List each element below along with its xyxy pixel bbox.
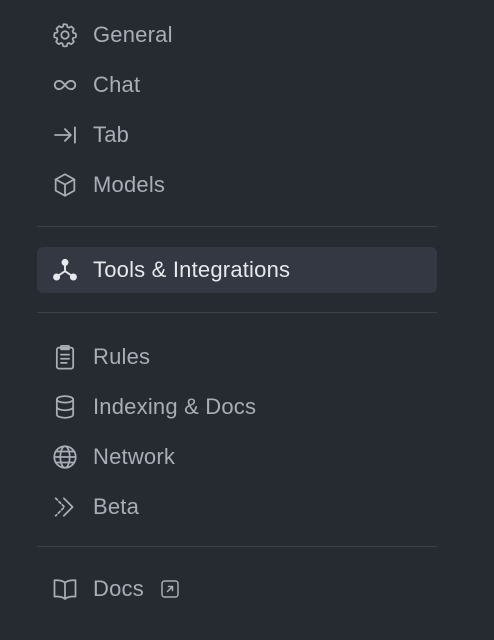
- sidebar-item-rules[interactable]: Rules: [37, 334, 437, 380]
- sidebar-item-label: General: [93, 22, 173, 47]
- sidebar-item-tools-integrations[interactable]: Tools & Integrations: [37, 247, 437, 293]
- book-icon: [51, 575, 79, 603]
- sidebar-item-label: Tab: [93, 122, 130, 147]
- settings-sidebar: General Chat Tab Models Tools & Integrat…: [0, 0, 494, 640]
- sidebar-item-docs[interactable]: Docs: [37, 566, 437, 612]
- section-divider: [37, 312, 437, 313]
- cube-icon: [51, 171, 79, 199]
- sidebar-item-label: Indexing & Docs: [93, 394, 257, 419]
- sidebar-item-chat[interactable]: Chat: [37, 62, 437, 108]
- infinity-icon: [51, 71, 79, 99]
- gear-icon: [51, 21, 79, 49]
- integrations-icon: [51, 256, 79, 284]
- sidebar-item-label: Beta: [93, 494, 140, 519]
- sidebar-item-label: Docs: [93, 576, 144, 601]
- sidebar-item-beta[interactable]: Beta: [37, 484, 437, 530]
- sidebar-item-label: Tools & Integrations: [93, 257, 291, 282]
- database-icon: [51, 393, 79, 421]
- sidebar-item-general[interactable]: General: [37, 12, 437, 58]
- sidebar-item-indexing-docs[interactable]: Indexing & Docs: [37, 384, 437, 430]
- section-divider: [37, 546, 437, 547]
- sidebar-item-label: Rules: [93, 344, 151, 369]
- sidebar-item-label: Network: [93, 444, 176, 469]
- tab-arrow-icon: [51, 121, 79, 149]
- sidebar-item-network[interactable]: Network: [37, 434, 437, 480]
- chevrons-right-icon: [51, 493, 79, 521]
- sidebar-item-label: Chat: [93, 72, 141, 97]
- clipboard-icon: [51, 343, 79, 371]
- sidebar-item-label: Models: [93, 172, 166, 197]
- globe-icon: [51, 443, 79, 471]
- sidebar-item-tab[interactable]: Tab: [37, 112, 437, 158]
- sidebar-item-models[interactable]: Models: [37, 162, 437, 208]
- external-link-icon: [160, 579, 180, 599]
- section-divider: [37, 226, 437, 227]
